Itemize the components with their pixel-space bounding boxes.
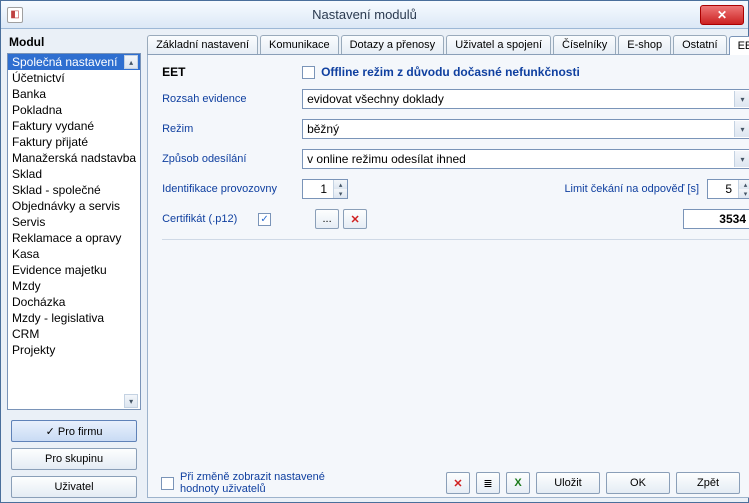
provoz-spinner[interactable]: ▴▾	[302, 179, 348, 199]
cert-id-box: 3534	[683, 209, 749, 229]
tab-z-kladn-nastaven-[interactable]: Základní nastavení	[147, 35, 258, 54]
module-item[interactable]: Objednávky a servis	[8, 198, 140, 214]
hint-line2: hodnoty uživatelů	[180, 483, 325, 495]
zpusob-label: Způsob odesílání	[162, 153, 302, 165]
tab-eet[interactable]: EET	[729, 36, 749, 55]
provoz-input[interactable]	[303, 181, 329, 197]
offline-group: Offline režim z důvodu dočasné nefunkčno…	[302, 65, 580, 79]
divider	[162, 239, 749, 240]
content-area: Modul ▴ ▾ Společná nastaveníÚčetnictvíBa…	[1, 29, 748, 502]
zpusob-value: v online režimu odesílat ihned	[307, 152, 466, 166]
module-item[interactable]: Mzdy - legislativa	[8, 310, 140, 326]
chevron-down-icon: ▾	[734, 91, 749, 107]
module-item[interactable]: Reklamace a opravy	[8, 230, 140, 246]
list-icon: ≣	[483, 477, 492, 490]
scope-firm-button[interactable]: ✓ Pro firmu	[11, 420, 137, 442]
offline-checkbox[interactable]	[302, 66, 315, 79]
module-item[interactable]: Faktury vydané	[8, 118, 140, 134]
excel-icon: X	[514, 477, 521, 489]
spin-down-icon[interactable]: ▾	[333, 189, 347, 198]
footer-delete-button[interactable]: ✕	[446, 472, 470, 494]
tab-u-ivatel-a-spojen-[interactable]: Uživatel a spojení	[446, 35, 551, 54]
tab-e-shop[interactable]: E-shop	[618, 35, 671, 54]
rozsah-value: evidovat všechny doklady	[307, 92, 444, 106]
scope-user-button[interactable]: Uživatel	[11, 476, 137, 498]
module-item[interactable]: Sklad	[8, 166, 140, 182]
scope-group-button[interactable]: Pro skupinu	[11, 448, 137, 470]
spin-down-icon[interactable]: ▾	[738, 189, 749, 198]
cert-checkbox[interactable]: ✓	[258, 213, 271, 226]
delete-icon: ✕	[453, 477, 462, 490]
scope-buttons: ✓ Pro firmu Pro skupinu Uživatel	[7, 420, 141, 498]
tab-eet: EET Offline režim z důvodu dočasné nefun…	[147, 55, 749, 498]
module-item[interactable]: Kasa	[8, 246, 140, 262]
tab-ostatn-[interactable]: Ostatní	[673, 35, 726, 54]
spin-up-icon[interactable]: ▴	[738, 180, 749, 189]
module-item[interactable]: Projekty	[8, 342, 140, 358]
hint-line1: Při změně zobrazit nastavené	[180, 471, 325, 483]
limit-label: Limit čekání na odpověď [s]	[564, 183, 699, 195]
tab-dotazy-a-p-enosy[interactable]: Dotazy a přenosy	[341, 35, 445, 54]
ok-button[interactable]: OK	[606, 472, 670, 494]
check-icon: ✓	[260, 214, 268, 225]
module-item[interactable]: Účetnictví	[8, 70, 140, 86]
back-button[interactable]: Zpět	[676, 472, 740, 494]
module-heading: Modul	[9, 35, 141, 49]
module-item[interactable]: Banka	[8, 86, 140, 102]
close-icon: ✕	[717, 8, 727, 22]
cert-browse-button[interactable]: ...	[315, 209, 339, 229]
module-item[interactable]: Servis	[8, 214, 140, 230]
limit-input[interactable]	[708, 181, 734, 197]
chevron-down-icon: ▾	[734, 121, 749, 137]
hint-checkbox[interactable]	[161, 477, 174, 490]
provoz-label: Identifikace provozovny	[162, 183, 302, 195]
eet-title: EET	[162, 65, 302, 79]
module-item[interactable]: Faktury přijaté	[8, 134, 140, 150]
scroll-down-icon[interactable]: ▾	[124, 394, 138, 408]
rozsah-select[interactable]: evidovat všechny doklady ▾	[302, 89, 749, 109]
module-item[interactable]: Evidence majetku	[8, 262, 140, 278]
limit-spinner[interactable]: ▴▾	[707, 179, 749, 199]
module-item[interactable]: Pokladna	[8, 102, 140, 118]
rezim-select[interactable]: běžný ▾	[302, 119, 749, 139]
titlebar: ◧ Nastavení modulů ✕	[1, 1, 748, 29]
module-item[interactable]: Společná nastavení	[8, 54, 140, 70]
save-button[interactable]: Uložit	[536, 472, 600, 494]
right-panel: Základní nastaveníKomunikaceDotazy a pře…	[145, 29, 749, 502]
cert-delete-button[interactable]: ✕	[343, 209, 367, 229]
rezim-label: Režim	[162, 123, 302, 135]
tabs: Základní nastaveníKomunikaceDotazy a pře…	[147, 33, 749, 55]
zpusob-select[interactable]: v online režimu odesílat ihned ▾	[302, 149, 749, 169]
offline-label: Offline režim z důvodu dočasné nefunkčno…	[321, 65, 580, 79]
rozsah-label: Rozsah evidence	[162, 93, 302, 105]
tab-komunikace[interactable]: Komunikace	[260, 35, 339, 54]
module-item[interactable]: Mzdy	[8, 278, 140, 294]
module-settings-window: ◧ Nastavení modulů ✕ Modul ▴ ▾ Společná …	[0, 0, 749, 503]
app-icon: ◧	[7, 7, 23, 23]
module-item[interactable]: CRM	[8, 326, 140, 342]
window-title: Nastavení modulů	[29, 7, 700, 22]
rezim-value: běžný	[307, 122, 339, 136]
delete-icon: ✕	[350, 213, 359, 226]
tab--seln-ky[interactable]: Číselníky	[553, 35, 616, 54]
module-item[interactable]: Sklad - společné	[8, 182, 140, 198]
cert-label: Certifikát (.p12)	[162, 213, 258, 225]
footer-excel-button[interactable]: X	[506, 472, 530, 494]
module-item[interactable]: Manažerská nadstavba	[8, 150, 140, 166]
left-panel: Modul ▴ ▾ Společná nastaveníÚčetnictvíBa…	[1, 29, 145, 502]
footer: Při změně zobrazit nastavené hodnoty uži…	[161, 470, 740, 496]
scroll-up-icon[interactable]: ▴	[124, 55, 138, 69]
module-list[interactable]: ▴ ▾ Společná nastaveníÚčetnictvíBankaPok…	[7, 53, 141, 410]
close-button[interactable]: ✕	[700, 5, 744, 25]
module-item[interactable]: Docházka	[8, 294, 140, 310]
chevron-down-icon: ▾	[734, 151, 749, 167]
spin-up-icon[interactable]: ▴	[333, 180, 347, 189]
footer-list-button[interactable]: ≣	[476, 472, 500, 494]
